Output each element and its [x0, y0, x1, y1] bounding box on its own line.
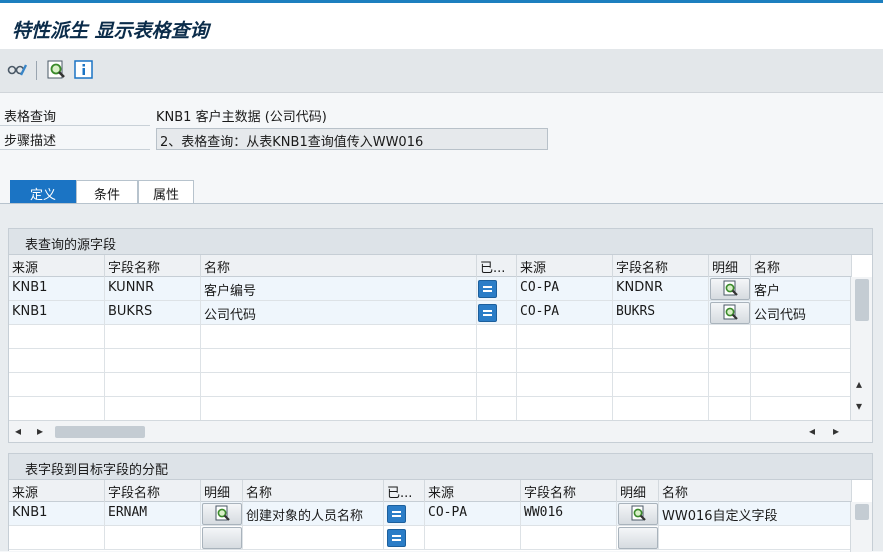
- cell-field-name: ERNAM: [105, 502, 201, 526]
- col-target-source[interactable]: 来源: [517, 255, 613, 277]
- used-checkbox[interactable]: [478, 304, 497, 322]
- detail-button[interactable]: [202, 503, 242, 525]
- cell-target-name: WW016自定义字段: [659, 502, 852, 526]
- col-detail[interactable]: 明细: [709, 255, 751, 277]
- col-used[interactable]: 已...: [477, 255, 517, 277]
- cell-detail: [201, 502, 243, 526]
- scroll-left-icon[interactable]: ◂: [15, 424, 21, 438]
- source-horizontal-scrollbar[interactable]: ◂ ▸ ◂ ▸: [9, 420, 872, 442]
- table-row-empty[interactable]: [9, 397, 852, 421]
- cell-target-source: CO-PA: [425, 502, 521, 526]
- toolbar-separator: [36, 61, 37, 80]
- step-desc-label: 步骤描述: [0, 128, 150, 150]
- source-vertical-scrollbar[interactable]: ▴ ▾: [850, 277, 872, 421]
- magnifier-doc-icon: [723, 280, 738, 296]
- col-target-detail[interactable]: 明细: [617, 480, 659, 502]
- source-table-header: 来源 字段名称 名称 已... 来源 字段名称 明细 名称: [9, 255, 852, 277]
- table-row-empty[interactable]: [9, 349, 852, 373]
- detail-button[interactable]: [710, 278, 750, 300]
- table-row[interactable]: KNB1 ERNAM 创建对象的人员名称 CO-PA WW016 WW016自定…: [9, 502, 852, 526]
- scroll-thumb[interactable]: [855, 279, 869, 321]
- table-row-empty[interactable]: [9, 325, 852, 349]
- cell-detail: [709, 277, 751, 301]
- title-bar: 特性派生 显示表格查询: [0, 3, 883, 49]
- scroll-thumb[interactable]: [855, 504, 869, 520]
- col-source[interactable]: 来源: [9, 480, 105, 502]
- cell-target-name: 客户: [751, 277, 852, 301]
- table-row-empty[interactable]: [9, 526, 852, 550]
- table-lookup-value: KNB1 客户主数据 (公司代码): [156, 110, 327, 125]
- magnifier-doc-icon: [631, 505, 646, 521]
- tab-attributes[interactable]: 属性: [138, 180, 194, 204]
- source-panel-title: 表查询的源字段: [9, 229, 872, 255]
- col-name[interactable]: 名称: [243, 480, 384, 502]
- target-panel-title: 表字段到目标字段的分配: [9, 454, 872, 480]
- table-lookup-label: 表格查询: [0, 104, 150, 126]
- target-vertical-scrollbar[interactable]: [850, 502, 872, 552]
- col-detail[interactable]: 明细: [201, 480, 243, 502]
- table-row-empty[interactable]: [9, 373, 852, 397]
- table-row[interactable]: KNB1 KUNNR 客户编号 CO-PA KNDNR 客户: [9, 277, 852, 301]
- col-target-source[interactable]: 来源: [425, 480, 521, 502]
- detail-button[interactable]: [618, 503, 658, 525]
- scroll-right-icon[interactable]: ▸: [833, 424, 839, 438]
- window-title: 特性派生 显示表格查询: [12, 20, 209, 42]
- cell-used: [384, 502, 425, 526]
- target-table-header: 来源 字段名称 明细 名称 已... 来源 字段名称 明细 名称: [9, 480, 852, 502]
- scroll-up-icon[interactable]: ▴: [856, 377, 862, 391]
- used-checkbox[interactable]: [478, 280, 497, 298]
- cell-name: 公司代码: [201, 301, 477, 325]
- col-field-name[interactable]: 字段名称: [105, 480, 201, 502]
- col-target-name[interactable]: 名称: [751, 255, 852, 277]
- detail-button[interactable]: [710, 302, 750, 324]
- cell-target-field: KNDNR: [613, 277, 709, 301]
- cell-source: KNB1: [9, 502, 105, 526]
- scroll-right-icon[interactable]: ▸: [37, 424, 43, 438]
- cell-source: KNB1: [9, 301, 105, 325]
- toolbar: [0, 49, 883, 93]
- info-icon[interactable]: [73, 59, 95, 81]
- scroll-left-icon[interactable]: ◂: [809, 424, 815, 438]
- cell-target-field: WW016: [521, 502, 617, 526]
- col-source[interactable]: 来源: [9, 255, 105, 277]
- tab-definition[interactable]: 定义: [10, 180, 76, 204]
- cell-detail: [709, 301, 751, 325]
- used-checkbox[interactable]: [387, 529, 406, 547]
- col-target-name[interactable]: 名称: [659, 480, 852, 502]
- magnifier-doc-icon: [723, 304, 738, 320]
- cell-used: [477, 277, 517, 301]
- col-name[interactable]: 名称: [201, 255, 477, 277]
- magnifier-doc-icon: [215, 505, 230, 521]
- cell-field-name: KUNNR: [105, 277, 201, 301]
- cell-field-name: BUKRS: [105, 301, 201, 325]
- cell-target-name: 公司代码: [751, 301, 852, 325]
- cell-name: 创建对象的人员名称: [243, 502, 384, 526]
- col-field-name[interactable]: 字段名称: [105, 255, 201, 277]
- cell-target-field: BUKRS: [613, 301, 709, 325]
- col-used[interactable]: 已...: [384, 480, 425, 502]
- hscroll-thumb[interactable]: [55, 426, 145, 438]
- cell-name: 客户编号: [201, 277, 477, 301]
- cell-used: [477, 301, 517, 325]
- source-fields-panel: 表查询的源字段 来源 字段名称 名称 已... 来源 字段名称 明细 名称 KN…: [8, 228, 873, 443]
- search-detail-icon[interactable]: [45, 59, 67, 81]
- cell-target-source: CO-PA: [517, 277, 613, 301]
- scroll-down-icon[interactable]: ▾: [856, 399, 862, 413]
- header-form: 表格查询 KNB1 客户主数据 (公司代码) 步骤描述 2、表格查询：从表KNB…: [0, 94, 883, 186]
- cell-source: KNB1: [9, 277, 105, 301]
- used-checkbox[interactable]: [387, 505, 406, 523]
- table-row[interactable]: KNB1 BUKRS 公司代码 CO-PA BUKRS 公司代码: [9, 301, 852, 325]
- col-target-field-name[interactable]: 字段名称: [521, 480, 617, 502]
- cell-target-detail: [617, 502, 659, 526]
- detail-button[interactable]: [202, 527, 242, 549]
- target-assignment-panel: 表字段到目标字段的分配 来源 字段名称 明细 名称 已... 来源 字段名称 明…: [8, 453, 873, 552]
- cell-target-source: CO-PA: [517, 301, 613, 325]
- glasses-icon[interactable]: [6, 59, 28, 81]
- detail-button[interactable]: [618, 527, 658, 549]
- step-desc-field[interactable]: 2、表格查询：从表KNB1查询值传入WW016: [156, 128, 548, 150]
- tab-conditions[interactable]: 条件: [76, 180, 138, 204]
- col-target-field-name[interactable]: 字段名称: [613, 255, 709, 277]
